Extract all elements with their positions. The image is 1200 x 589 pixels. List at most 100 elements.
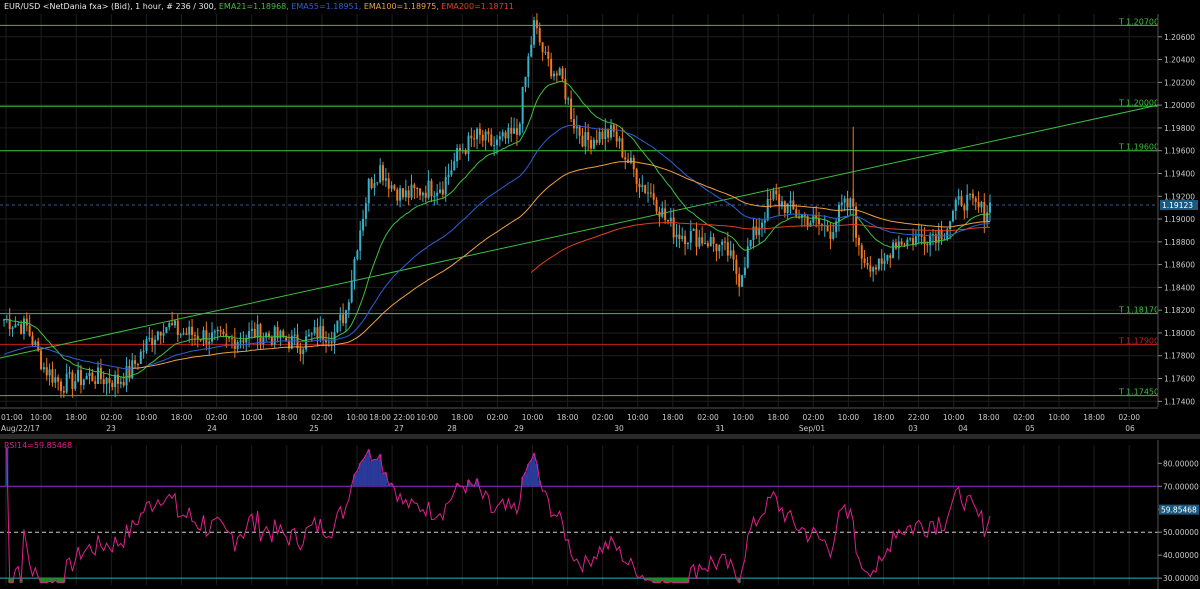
candle-body [818, 218, 821, 225]
candle-body [515, 128, 518, 135]
candle-body [855, 206, 858, 238]
candle-body [71, 372, 74, 389]
candle-body [775, 190, 778, 195]
candle-body [843, 198, 846, 203]
candle-body [735, 259, 738, 274]
candle-body [601, 131, 604, 140]
price-axis-ticks: 1.17400 1.17600 1.17800 1.18000 1.18200 1.184… [1158, 33, 1195, 406]
price-tick-label: 1.18400 [1164, 283, 1195, 292]
candle-body [151, 337, 154, 345]
candle-body [250, 329, 253, 331]
candle-body [518, 123, 521, 135]
time-label: 02:00 [100, 413, 122, 422]
candle-body [211, 332, 214, 342]
candle-body [404, 190, 407, 198]
candle-body [652, 193, 655, 200]
candle-body [387, 178, 390, 189]
candle-body [65, 373, 68, 393]
candle-body [188, 326, 191, 335]
price-tick-label: 1.20000 [1164, 101, 1195, 110]
candle-body [829, 231, 832, 239]
candle-body [416, 188, 419, 190]
header-instrument: EUR/USD <NetDania fxa> (Bid), 1 hour, # … [4, 2, 219, 11]
candle-body [738, 273, 741, 287]
candle-body [54, 377, 57, 383]
candle-body [513, 128, 516, 134]
price-tick-label: 1.18000 [1164, 329, 1195, 338]
candle-body [570, 98, 573, 120]
candle-body [450, 170, 453, 175]
candle-body [350, 280, 353, 303]
candle-body [114, 374, 117, 387]
candle-body [501, 132, 504, 137]
candle-body [866, 262, 869, 266]
candle-body [68, 372, 71, 374]
price-tick-label: 1.18600 [1164, 261, 1195, 270]
candle-body [344, 310, 347, 324]
candle-body [632, 157, 635, 170]
candle-body [649, 192, 652, 194]
candle-body [433, 195, 436, 197]
candle-body [795, 209, 798, 217]
rsi-line [6, 447, 991, 584]
time-label: 22:00 [908, 413, 930, 422]
candle-body [490, 134, 493, 146]
candle-body [960, 196, 963, 206]
candle-body [456, 148, 459, 162]
candle-body [171, 323, 174, 326]
date-label: 28 [447, 424, 457, 433]
time-label: 18:00 22:00 [369, 413, 415, 422]
candle-body [313, 327, 316, 334]
candle-body [476, 128, 479, 140]
candle-body [954, 199, 957, 211]
date-label: 30 [614, 424, 624, 433]
candle-body [689, 230, 692, 243]
time-label: 18:00 [978, 413, 1000, 422]
time-label: 18:00 [276, 413, 298, 422]
candle-body [97, 367, 100, 384]
candle-body [778, 194, 781, 206]
candle-body [641, 185, 644, 188]
candle-body [604, 128, 607, 140]
candle-body [966, 194, 969, 211]
candle-body [592, 139, 595, 149]
candle-body [219, 329, 222, 332]
candle-body [142, 351, 145, 353]
header-ema100: EMA100=1.18975, [364, 2, 442, 11]
pane-divider[interactable] [0, 434, 1200, 439]
candle-body [493, 145, 496, 147]
level-marker: T [1118, 336, 1124, 345]
time-label: 02:00 [592, 413, 614, 422]
candle-body [122, 381, 125, 386]
rsi-current-value: 59.85468 [1161, 506, 1197, 515]
candle-body [367, 178, 370, 204]
date-label: 31 [715, 424, 725, 433]
candle-body [803, 214, 806, 217]
time-label: 18:00 [65, 413, 87, 422]
candle-body [439, 189, 442, 193]
candle-body [424, 192, 427, 198]
candle-body [413, 184, 416, 189]
candle-body [336, 320, 339, 333]
candle-body [185, 333, 188, 335]
candle-body [307, 334, 310, 337]
candle-body [977, 201, 980, 208]
candle-body [285, 337, 288, 341]
candle-body [145, 339, 148, 352]
time-label: 02:00 [206, 413, 228, 422]
price-tick-label: 1.19600 [1164, 147, 1195, 156]
candle-body [527, 56, 530, 77]
candle-body [410, 184, 413, 198]
candle-body [786, 203, 789, 213]
candle-body [530, 44, 533, 57]
candle-body [205, 330, 208, 344]
candle-body [233, 339, 236, 350]
candle-body [533, 20, 536, 45]
trading-chart[interactable]: EUR/USD <NetDania fxa> (Bid), 1 hour, # … [0, 0, 1200, 589]
candle-body [458, 148, 461, 151]
candle-body [191, 326, 194, 336]
candle-body [154, 339, 157, 345]
candle-body [34, 341, 37, 345]
candle-body [165, 327, 168, 334]
candle-body [789, 200, 792, 204]
